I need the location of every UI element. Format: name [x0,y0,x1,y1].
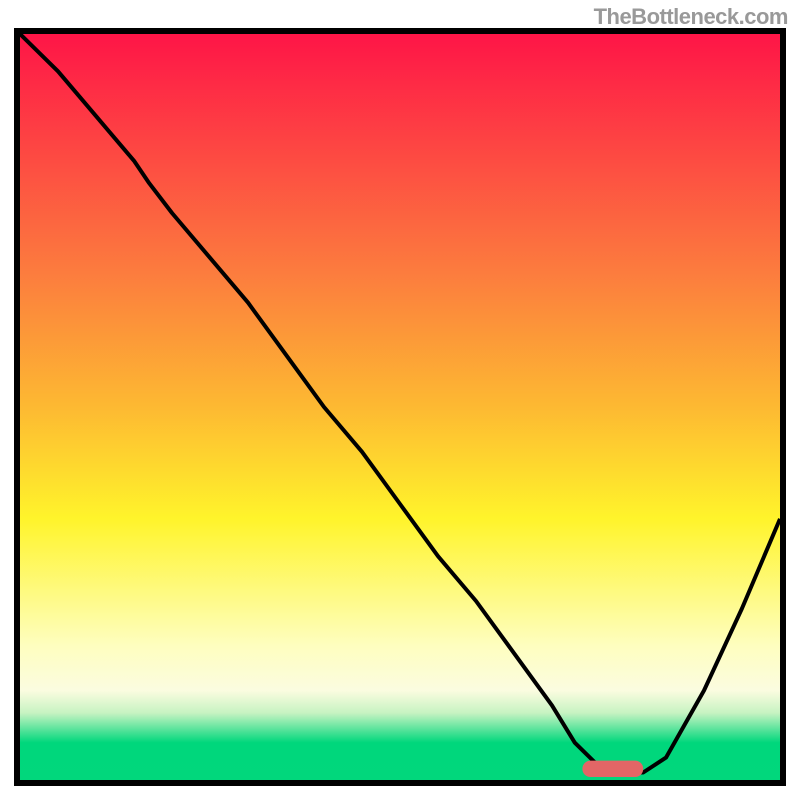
watermark-text: TheBottleneck.com [594,4,788,30]
gradient-background [20,34,780,780]
optimal-range-marker [582,761,643,777]
chart-svg [20,34,780,780]
chart-frame [14,28,786,786]
